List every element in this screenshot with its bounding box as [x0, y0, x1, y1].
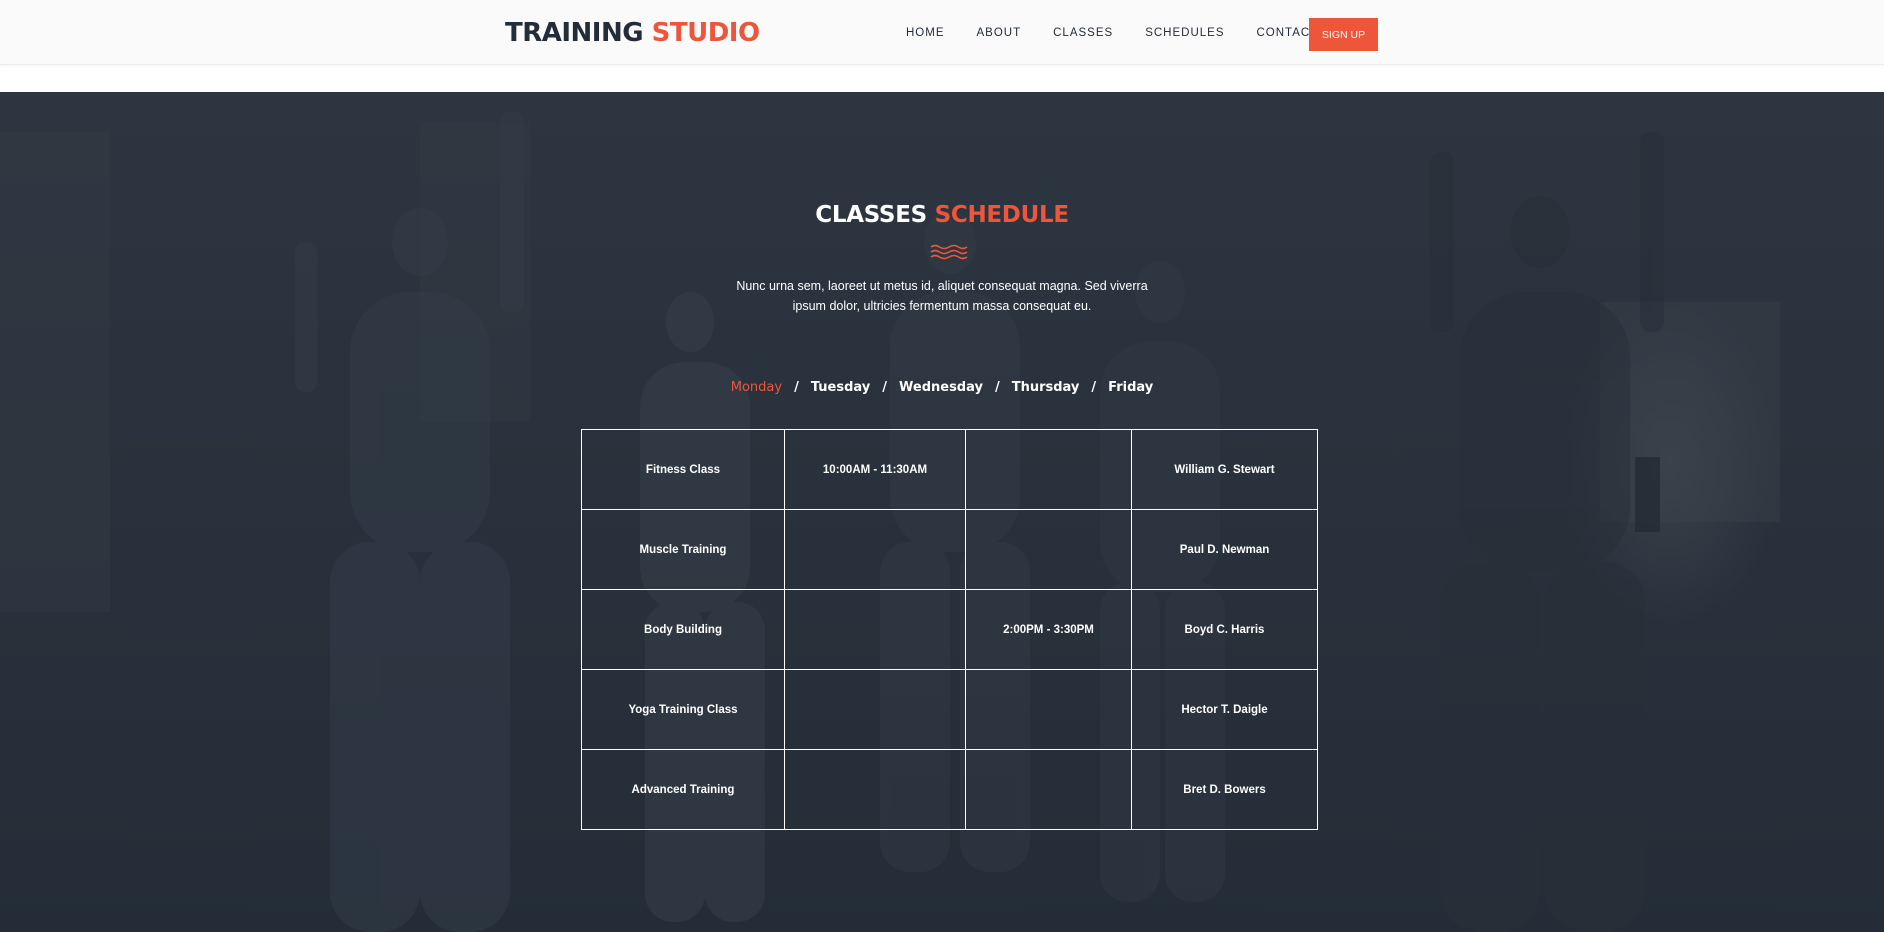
- day-tabs: Monday / Tuesday / Wednesday / Thursday …: [0, 380, 1884, 395]
- time-cell: [784, 509, 966, 590]
- class-name-cell: Yoga Training Class: [581, 669, 785, 750]
- tab-friday[interactable]: Friday: [1108, 380, 1153, 395]
- table-row: Body Building 2:00PM - 3:30PM Boyd C. Ha…: [581, 589, 1318, 670]
- trainer-cell: William G. Stewart: [1131, 429, 1318, 510]
- logo-word-training: TRAINING: [505, 18, 644, 48]
- nav-schedules[interactable]: SCHEDULES: [1145, 27, 1224, 39]
- tab-separator: /: [1091, 380, 1097, 395]
- section-title: CLASSES SCHEDULE: [0, 202, 1884, 228]
- table-row: Fitness Class 10:00AM - 11:30AM William …: [581, 429, 1318, 510]
- time-cell: [784, 589, 966, 670]
- time-cell: [965, 509, 1132, 590]
- tab-thursday[interactable]: Thursday: [1012, 380, 1080, 395]
- class-name-cell: Advanced Training: [581, 749, 785, 830]
- logo[interactable]: TRAINING STUDIO: [505, 16, 760, 50]
- waves-icon: [930, 244, 968, 260]
- time-cell: [784, 749, 966, 830]
- logo-word-studio: STUDIO: [651, 18, 760, 48]
- time-cell: [965, 669, 1132, 750]
- time-cell: 10:00AM - 11:30AM: [784, 429, 966, 510]
- nav-about[interactable]: ABOUT: [977, 27, 1022, 39]
- time-cell: [965, 749, 1132, 830]
- nav-classes[interactable]: CLASSES: [1053, 27, 1113, 39]
- tab-tuesday[interactable]: Tuesday: [811, 380, 870, 395]
- section-description: Nunc urna sem, laoreet ut metus id, aliq…: [736, 279, 1148, 313]
- tab-separator: /: [882, 380, 887, 395]
- tab-monday[interactable]: Monday: [731, 380, 782, 395]
- tab-separator: /: [794, 380, 799, 395]
- trainer-cell: Paul D. Newman: [1131, 509, 1318, 590]
- nav-home[interactable]: HOME: [906, 27, 945, 39]
- time-cell: [784, 669, 966, 750]
- title-word-classes: CLASSES: [815, 202, 927, 228]
- signup-button[interactable]: SIGN UP: [1309, 18, 1378, 51]
- table-row: Yoga Training Class Hector T. Daigle: [581, 669, 1318, 750]
- tab-wednesday[interactable]: Wednesday: [899, 380, 983, 395]
- trainer-cell: Hector T. Daigle: [1131, 669, 1318, 750]
- time-cell: [965, 429, 1132, 510]
- class-name-cell: Muscle Training: [581, 509, 785, 590]
- time-cell: 2:00PM - 3:30PM: [965, 589, 1132, 670]
- table-row: Advanced Training Bret D. Bowers: [581, 749, 1318, 830]
- title-word-schedule: SCHEDULE: [934, 202, 1069, 228]
- site-header: TRAINING STUDIO HOME ABOUT CLASSES SCHED…: [0, 0, 1884, 65]
- main-nav: HOME ABOUT CLASSES SCHEDULES CONTACT: [906, 0, 1350, 65]
- schedule-table: Fitness Class 10:00AM - 11:30AM William …: [581, 429, 1318, 830]
- class-name-cell: Body Building: [581, 589, 785, 670]
- tab-separator: /: [994, 380, 1000, 395]
- classes-schedule-section: CLASSES SCHEDULE Nunc urna sem, laoreet …: [0, 92, 1884, 932]
- trainer-cell: Bret D. Bowers: [1131, 749, 1318, 830]
- class-name-cell: Fitness Class: [581, 429, 785, 510]
- trainer-cell: Boyd C. Harris: [1131, 589, 1318, 670]
- table-row: Muscle Training Paul D. Newman: [581, 509, 1318, 590]
- schedule-table-wrapper: Fitness Class 10:00AM - 11:30AM William …: [581, 429, 1318, 830]
